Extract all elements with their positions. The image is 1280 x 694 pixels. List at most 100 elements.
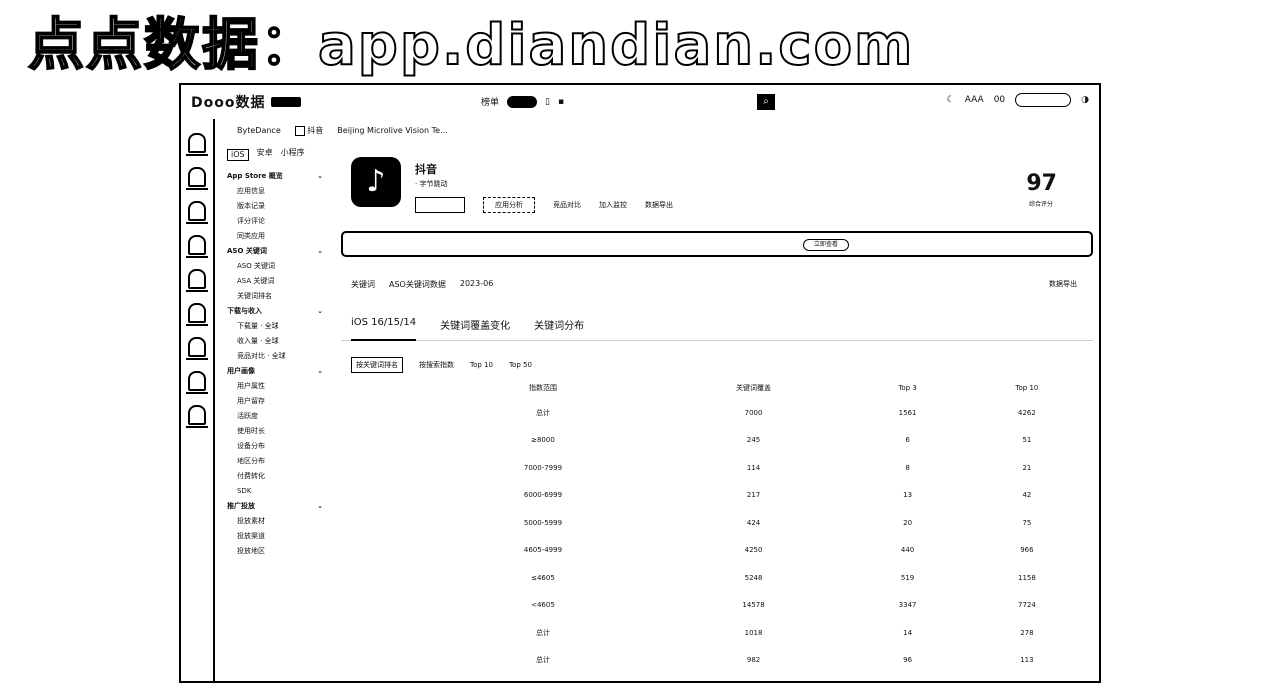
app-square-icon [294,125,305,136]
sidebar-group-title: App Store 概览 [227,172,283,180]
breadcrumb: ByteDance 抖音 Beijing Microlive Vision Te… [237,125,448,136]
sidebar-item[interactable]: 同类应用 [227,233,327,248]
logo[interactable]: Dooo数据 [191,92,265,112]
table-cell-a: 217 [746,491,761,500]
sidebar-item[interactable]: 评分评论 [227,218,327,233]
sidebar-item[interactable]: 地区分布 [227,458,327,473]
table-cell-c: 75 [1022,518,1032,527]
chevron-down-icon: ⌄ [317,367,323,375]
analysis-button[interactable]: 应用分析 [483,197,535,213]
table-cell-group [341,509,433,537]
sidebar-item[interactable]: 竞品对比 · 全球 [227,353,327,368]
user-icon[interactable]: ◑ [1081,95,1089,105]
breadcrumb-developer[interactable]: Beijing Microlive Vision Te... [337,126,447,135]
table-cell-group [341,647,433,675]
app-actions: 应用分析 竞品对比 加入监控 数据导出 [415,197,673,213]
nav-tool-icon[interactable] [186,405,208,428]
breadcrumb-company[interactable]: ByteDance [237,126,281,135]
table-cell-group [341,592,433,620]
table-cell-a: 5248 [744,573,763,582]
tab-coverage-change[interactable]: 关键词覆盖变化 [440,313,510,341]
filter-by-index[interactable]: 按搜索指数 [419,360,454,370]
sidebar-item[interactable]: 投放素材 [227,518,327,533]
tab-distribution[interactable]: 关键词分布 [534,313,584,341]
banner-view-button[interactable]: 立即查看 [803,239,849,251]
nav-rank-icon[interactable] [186,167,208,190]
account-pill[interactable] [1015,93,1072,107]
sidebar-item[interactable]: 投放地区 [227,548,327,563]
sidebar-item[interactable]: 用户属性 [227,383,327,398]
table-body: 总计 7000 1561 4262 ≥8000 245 6 51 7000-7999 114 8 21… [341,399,1093,674]
sidebar-group[interactable]: 下载与收入 ⌄ [227,308,327,323]
sidebar-item[interactable]: 活跃度 [227,413,327,428]
sidebar-item[interactable]: SDK [227,488,327,503]
nav-aso-icon[interactable] [186,235,208,258]
filter-top10[interactable]: Top 10 [470,361,493,369]
breadcrumb-app[interactable]: 抖音 [307,126,323,135]
sidebar-item[interactable]: 下载量 · 全球 [227,323,327,338]
language-label[interactable]: AAA [965,95,984,105]
sidebar-item[interactable]: 用户留存 [227,398,327,413]
platform-tab-miniapp[interactable]: 小程序 [281,149,305,161]
app-window: Dooo数据 榜单 ▯ ▪ ⌕ ☾ AAA 00 ◑ ByteDance 抖音 [179,83,1101,683]
platform-tab-ios[interactable]: iOS [227,149,249,161]
sidebar-item[interactable]: ASO 关键词 [227,263,327,278]
sidebar-item[interactable]: 使用时长 [227,428,327,443]
keyword-date[interactable]: 2023-06 [460,279,493,290]
table-row: 总计 1018 14 278 [341,619,1093,647]
sidebar-item[interactable]: 付费转化 [227,473,327,488]
sidebar-item[interactable]: 应用信息 [227,188,327,203]
table-cell-b: 1561 [898,408,917,417]
left-icon-nav [181,119,215,681]
nav-market-icon[interactable] [186,303,208,326]
sidebar-group-title: 用户画像 [227,367,255,375]
mode-toggle[interactable] [507,95,538,108]
grid-icon[interactable]: ▪ [558,97,564,107]
notice-banner: 立即查看 [341,231,1093,257]
settings-icon[interactable]: 00 [994,95,1005,105]
table-row: 5000-5999 424 20 75 [341,509,1093,537]
keyword-export-link[interactable]: 数据导出 [1049,279,1077,289]
table-cell-group [341,482,433,510]
tab-ios-versions[interactable]: iOS 16/15/14 [351,313,417,341]
table-cell-range: <4605 [531,601,555,610]
sidebar-item[interactable]: 投放渠道 [227,533,327,548]
follow-button[interactable] [415,197,465,213]
sidebar-group[interactable]: 推广投放 ⌄ [227,503,327,518]
table-cell-a: 245 [746,436,761,445]
table-cell-c: 113 [1020,656,1034,665]
table-cell-b: 8 [905,463,910,472]
keyword-tabs: iOS 16/15/14 关键词覆盖变化 关键词分布 [341,313,1093,341]
nav-ad-icon[interactable] [186,337,208,360]
nav-user-icon[interactable] [186,371,208,394]
score-label: 综合评分 [1028,201,1053,208]
sidebar-group[interactable]: App Store 概览 ⌄ [227,173,327,188]
compare-link[interactable]: 竞品对比 [553,200,581,210]
platform-tab-android[interactable]: 安卓 [257,149,273,161]
keyword-source[interactable]: ASO关键词数据 [389,279,446,290]
sidebar-item[interactable]: ASA 关键词 [227,278,327,293]
sidebar-item[interactable]: 收入量 · 全球 [227,338,327,353]
nav-app-icon[interactable] [186,201,208,224]
table-cell-c: 7724 [1017,601,1036,610]
square-icon[interactable]: ▯ [545,97,550,107]
table-row: 6000-6999 217 13 42 [341,482,1093,510]
filter-by-rank[interactable]: 按关键词排名 [351,357,403,373]
keyword-table: 指数范围 关键词覆盖 Top 3 Top 10 总计 7000 1561 4262 ≥8000… [341,377,1093,674]
monitor-link[interactable]: 加入监控 [599,200,627,210]
search-icon[interactable]: ⌕ [757,94,775,110]
export-link[interactable]: 数据导出 [645,200,673,210]
table-row: 总计 982 96 113 [341,647,1093,675]
sidebar-group[interactable]: ASO 关键词 ⌄ [227,248,327,263]
sidebar-group[interactable]: 用户画像 ⌄ [227,368,327,383]
sidebar-item[interactable]: 关键词排名 [227,293,327,308]
sidebar-item[interactable]: 设备分布 [227,443,327,458]
sidebar-item[interactable]: 版本记录 [227,203,327,218]
nav-home-icon[interactable] [186,133,208,156]
nav-search-icon[interactable] [186,269,208,292]
moon-icon[interactable]: ☾ [947,95,955,105]
chevron-down-icon: ⌄ [317,307,323,315]
sidebar-groups: App Store 概览 ⌄ 应用信息 版本记录 评分评论 同类应用 ASO 关键词 ⌄ ASO… [227,173,327,563]
filter-top50[interactable]: Top 50 [509,361,532,369]
table-cell-group [341,537,433,565]
